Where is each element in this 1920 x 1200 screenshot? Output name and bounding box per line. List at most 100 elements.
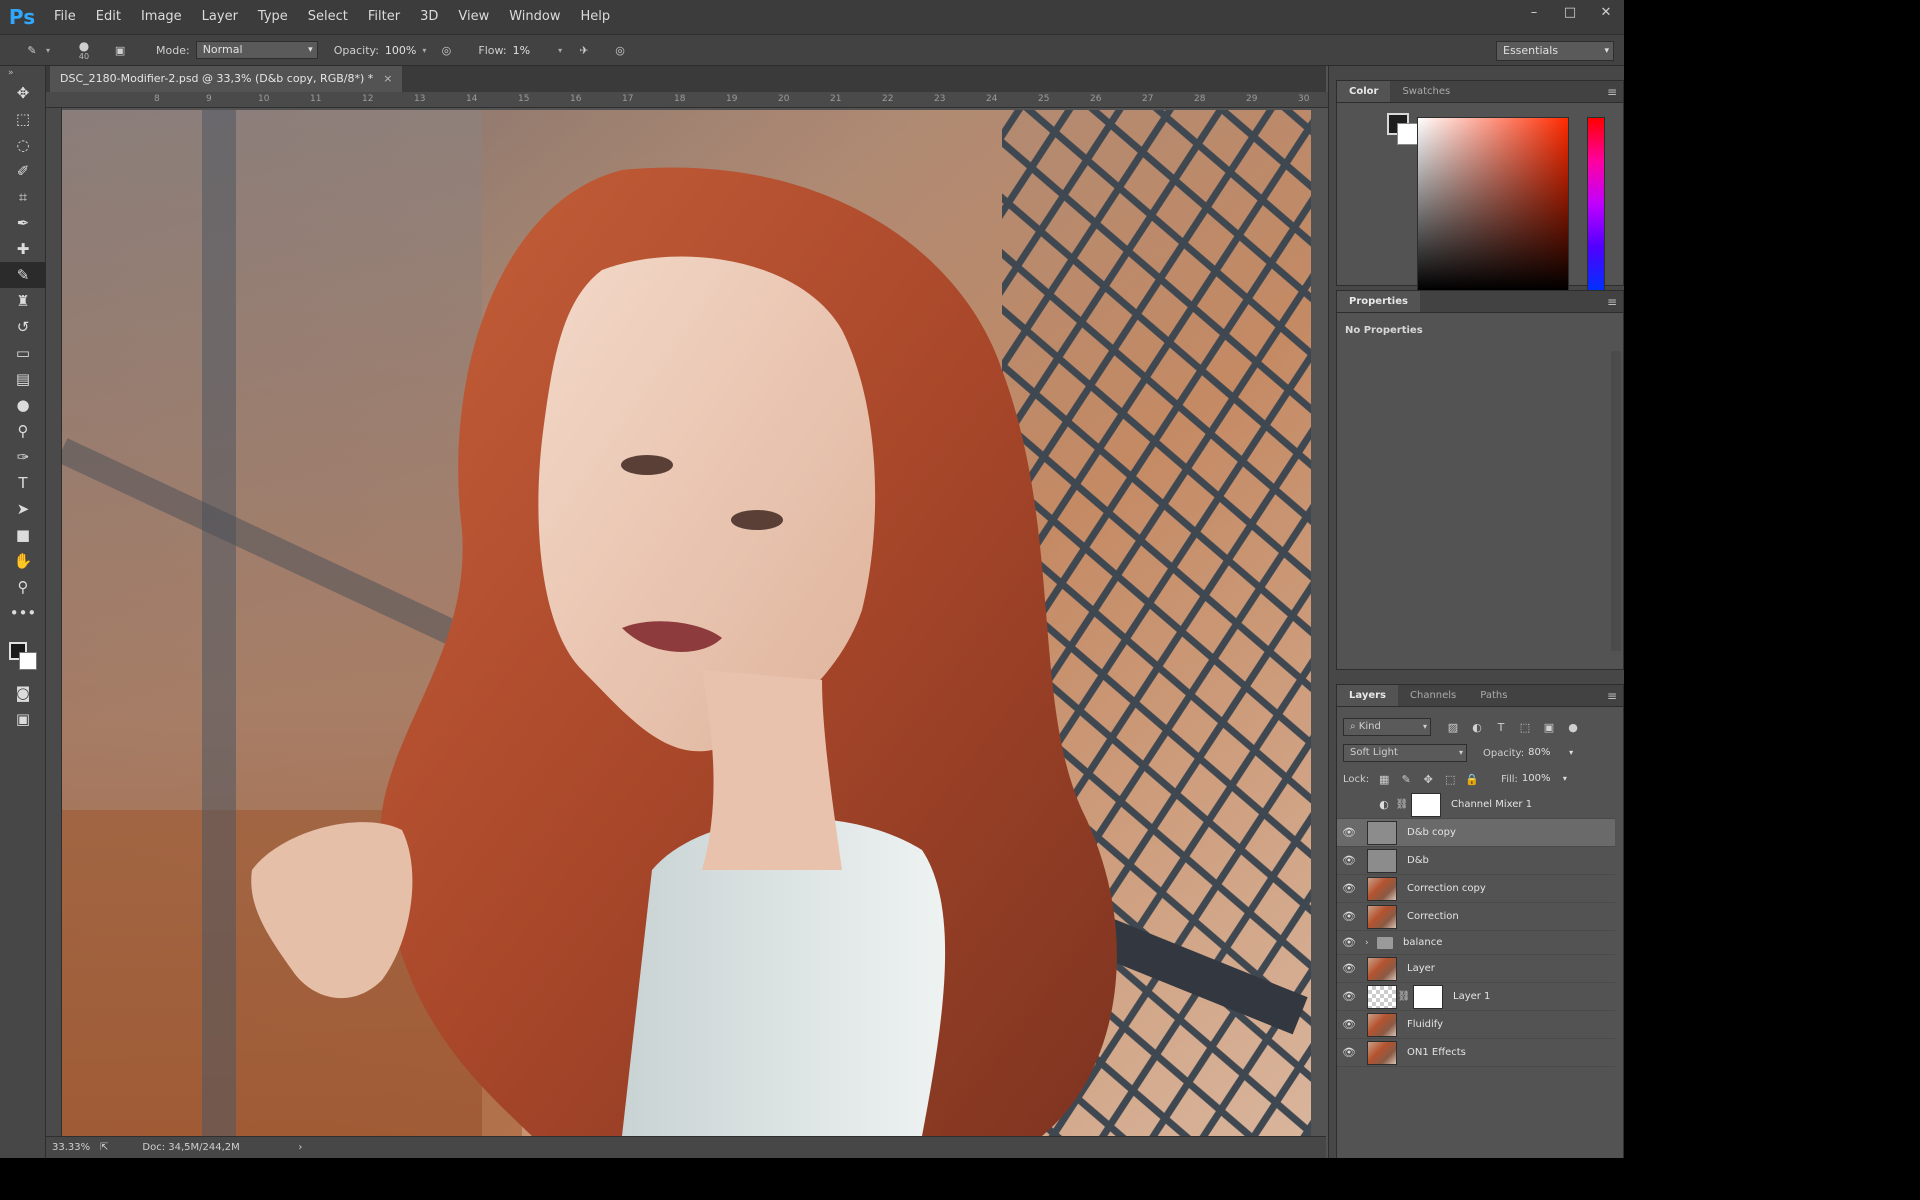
menu-help[interactable]: Help xyxy=(571,0,621,34)
share-icon[interactable]: ⇱ xyxy=(100,1142,108,1153)
type-tool-icon[interactable]: T xyxy=(0,470,46,496)
menu-window[interactable]: Window xyxy=(499,0,570,34)
history-brush-tool-icon[interactable]: ↺ xyxy=(0,314,46,340)
lock-position-icon[interactable]: ✥ xyxy=(1417,773,1439,786)
layer-row-db-copy[interactable]: 👁 D&b copy xyxy=(1337,819,1615,847)
blend-mode-select[interactable]: Soft Light ▾ xyxy=(1343,744,1467,762)
background-color-swatch[interactable] xyxy=(1397,123,1419,145)
chevron-down-icon[interactable]: ▾ xyxy=(422,46,426,55)
opacity-value[interactable]: 100% xyxy=(385,44,416,57)
lasso-tool-icon[interactable]: ◌ xyxy=(0,132,46,158)
layer-mask-thumbnail[interactable] xyxy=(1411,792,1441,817)
mode-select[interactable]: Normal ▾ xyxy=(195,41,318,59)
dodge-tool-icon[interactable]: ⚲ xyxy=(0,418,46,444)
close-button[interactable]: ✕ xyxy=(1588,0,1624,24)
eye-icon[interactable]: 👁 xyxy=(1337,990,1361,1003)
hue-slider[interactable] xyxy=(1587,117,1605,291)
smart-object-filter-icon[interactable]: ▣ xyxy=(1537,721,1561,734)
eye-icon[interactable]: 👁 xyxy=(1337,936,1361,949)
minimize-button[interactable]: – xyxy=(1516,0,1552,24)
eye-icon[interactable]: 👁 xyxy=(1337,910,1361,923)
tab-layers[interactable]: Layers xyxy=(1337,685,1398,706)
document-canvas[interactable] xyxy=(62,110,1311,1136)
tab-swatches[interactable]: Swatches xyxy=(1390,81,1462,102)
zoom-tool-icon[interactable]: ⚲ xyxy=(0,574,46,600)
layer-row-fluidify[interactable]: 👁 Fluidify xyxy=(1337,1011,1615,1039)
panel-menu-icon[interactable]: ≡ xyxy=(1607,685,1617,707)
rectangle-tool-icon[interactable]: ■ xyxy=(0,522,46,548)
vertical-ruler[interactable] xyxy=(46,108,62,1136)
brush-tool-icon[interactable]: ✎ xyxy=(22,40,42,60)
eye-icon[interactable]: 👁 xyxy=(1337,882,1361,895)
tab-channels[interactable]: Channels xyxy=(1398,685,1468,706)
properties-scrollbar[interactable] xyxy=(1611,351,1621,651)
shape-filter-icon[interactable]: ⬚ xyxy=(1513,721,1537,734)
menu-edit[interactable]: Edit xyxy=(86,0,131,34)
panel-menu-icon[interactable]: ≡ xyxy=(1607,291,1617,313)
status-menu-arrow[interactable]: › xyxy=(298,1142,302,1153)
gradient-tool-icon[interactable]: ▤ xyxy=(0,366,46,392)
lock-artboard-icon[interactable]: ⬚ xyxy=(1439,773,1461,786)
visibility-toggle[interactable]: ● xyxy=(1337,798,1361,811)
chevron-right-icon[interactable]: › xyxy=(1365,938,1375,948)
menu-type[interactable]: Type xyxy=(248,0,298,34)
background-color-swatch[interactable] xyxy=(19,652,37,670)
menu-select[interactable]: Select xyxy=(298,0,358,34)
workspace-switcher[interactable]: Essentials ▾ xyxy=(1496,41,1614,61)
color-swatches[interactable] xyxy=(0,636,46,680)
color-panel-swatches[interactable] xyxy=(1387,113,1421,147)
layer-row-correction-copy[interactable]: 👁 Correction copy xyxy=(1337,875,1615,903)
healing-brush-tool-icon[interactable]: ✚ xyxy=(0,236,46,262)
adjustment-filter-icon[interactable]: ◐ xyxy=(1465,721,1489,734)
crop-tool-icon[interactable]: ⌗ xyxy=(0,184,46,210)
more-tools-icon[interactable]: ••• xyxy=(0,600,46,626)
eye-icon[interactable]: 👁 xyxy=(1337,1046,1361,1059)
brush-preset-picker[interactable]: ● 40 xyxy=(64,40,104,61)
pressure-opacity-icon[interactable]: ◎ xyxy=(436,40,456,60)
airbrush-icon[interactable]: ✈ xyxy=(574,40,594,60)
lock-pixels-icon[interactable]: ✎ xyxy=(1395,773,1417,786)
flow-value[interactable]: 1% xyxy=(513,44,530,57)
path-selection-tool-icon[interactable]: ➤ xyxy=(0,496,46,522)
panel-menu-icon[interactable]: ≡ xyxy=(1607,81,1617,103)
tab-color[interactable]: Color xyxy=(1337,81,1391,102)
fill-select[interactable]: 100% ▾ xyxy=(1518,770,1570,788)
collapse-toolbox-icon[interactable]: » xyxy=(0,66,45,80)
eraser-tool-icon[interactable]: ▭ xyxy=(0,340,46,366)
layer-row-layer-1[interactable]: 👁 ⛓ Layer 1 xyxy=(1337,983,1615,1011)
layer-kind-select[interactable]: ⌕ Kind ▾ xyxy=(1343,718,1431,736)
lock-all-icon[interactable]: 🔒 xyxy=(1461,773,1483,786)
brush-panel-icon[interactable]: ▣ xyxy=(110,40,130,60)
close-tab-icon[interactable]: × xyxy=(383,72,392,85)
menu-image[interactable]: Image xyxy=(131,0,192,34)
layer-row-correction[interactable]: 👁 Correction xyxy=(1337,903,1615,931)
pen-tool-icon[interactable]: ✑ xyxy=(0,444,46,470)
eyedropper-tool-icon[interactable]: ✒ xyxy=(0,210,46,236)
menu-3d[interactable]: 3D xyxy=(410,0,448,34)
type-filter-icon[interactable]: T xyxy=(1489,721,1513,734)
quick-mask-icon[interactable]: ◙ xyxy=(0,680,46,706)
marquee-tool-icon[interactable]: ⬚ xyxy=(0,106,46,132)
dropdown-chevron-icon[interactable]: ▾ xyxy=(46,46,50,55)
eye-icon[interactable]: 👁 xyxy=(1337,1018,1361,1031)
lock-transparency-icon[interactable]: ▦ xyxy=(1373,773,1395,786)
pixel-filter-icon[interactable]: ▨ xyxy=(1441,721,1465,734)
eye-icon[interactable]: 👁 xyxy=(1337,826,1361,839)
menu-file[interactable]: File xyxy=(44,0,86,34)
tab-properties[interactable]: Properties xyxy=(1337,291,1420,312)
maximize-button[interactable]: □ xyxy=(1552,0,1588,24)
menu-layer[interactable]: Layer xyxy=(192,0,248,34)
document-tab[interactable]: DSC_2180-Modifier-2.psd @ 33,3% (D&b cop… xyxy=(50,66,403,92)
zoom-level[interactable]: 33.33% xyxy=(52,1142,100,1153)
brush-tool-icon[interactable]: ✎ xyxy=(0,262,46,288)
layer-mask-thumbnail[interactable] xyxy=(1413,984,1443,1009)
blur-tool-icon[interactable]: ● xyxy=(0,392,46,418)
tab-paths[interactable]: Paths xyxy=(1468,685,1519,706)
eye-icon[interactable]: 👁 xyxy=(1337,854,1361,867)
quick-selection-tool-icon[interactable]: ✐ xyxy=(0,158,46,184)
eye-icon[interactable]: 👁 xyxy=(1337,962,1361,975)
chevron-down-icon[interactable]: ▾ xyxy=(558,46,562,55)
filter-toggle-icon[interactable]: ● xyxy=(1561,721,1585,734)
horizontal-ruler[interactable]: 8 9 10 11 12 13 14 15 16 17 18 19 20 21 22 23 24 25 26 27 28… xyxy=(46,92,1328,108)
screen-mode-icon[interactable]: ▣ xyxy=(0,706,46,732)
